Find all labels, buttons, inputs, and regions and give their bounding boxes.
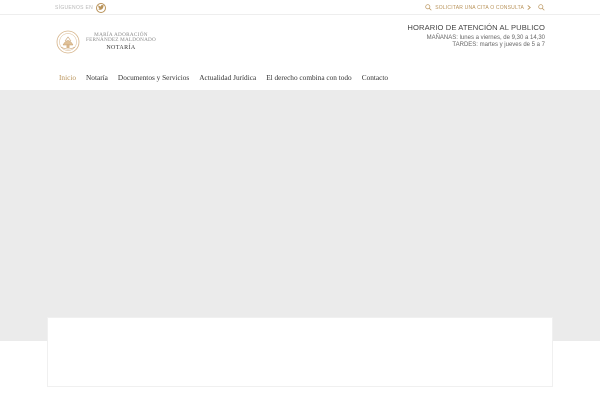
hero-banner	[0, 90, 600, 341]
search-icon[interactable]	[538, 4, 545, 11]
logo-text: MARÍA ADORACIÓN FERNÁNDEZ MALDONADO NOTA…	[86, 32, 156, 51]
nav-item-documentos[interactable]: Documentos y Servicios	[118, 73, 189, 82]
hours-afternoons: TARDES: martes y jueves de 5 a 7	[452, 42, 545, 48]
logo-subtitle: NOTARÍA	[106, 44, 136, 51]
notary-seal-icon	[56, 30, 80, 54]
appointment-bar: SOLICITAR UNA CITA O CONSULTA	[425, 2, 545, 13]
hours-title: HORARIO DE ATENCIÓN AL PUBLICO	[407, 23, 545, 32]
main-nav: Inicio Notaría Documentos y Servicios Ac…	[59, 73, 388, 82]
nav-item-actualidad[interactable]: Actualidad Jurídica	[199, 73, 256, 82]
search-icon	[425, 4, 432, 11]
site-logo[interactable]: MARÍA ADORACIÓN FERNÁNDEZ MALDONADO NOTA…	[56, 27, 171, 57]
top-bar: SÍGUENOS EN SOLICITAR UNA CITA O CONSULT…	[0, 0, 600, 15]
follow-label: SÍGUENOS EN	[55, 4, 94, 11]
nav-item-notaria[interactable]: Notaría	[86, 73, 108, 82]
content-card	[47, 317, 553, 387]
nav-item-inicio[interactable]: Inicio	[59, 73, 76, 82]
social-follow: SÍGUENOS EN	[55, 2, 107, 13]
appointment-link[interactable]: SOLICITAR UNA CITA O CONSULTA	[435, 5, 524, 11]
logo-name-line2: FERNÁNDEZ MALDONADO	[86, 37, 156, 44]
opening-hours: HORARIO DE ATENCIÓN AL PUBLICO MAÑANAS: …	[407, 23, 545, 48]
twitter-icon[interactable]	[96, 2, 107, 13]
chevron-right-icon	[527, 5, 531, 10]
nav-item-contacto[interactable]: Contacto	[362, 73, 388, 82]
hours-mornings: MAÑANAS: lunes a viernes, de 9,30 a 14,3…	[426, 35, 545, 41]
nav-item-derecho[interactable]: El derecho combina con todo	[266, 73, 352, 82]
